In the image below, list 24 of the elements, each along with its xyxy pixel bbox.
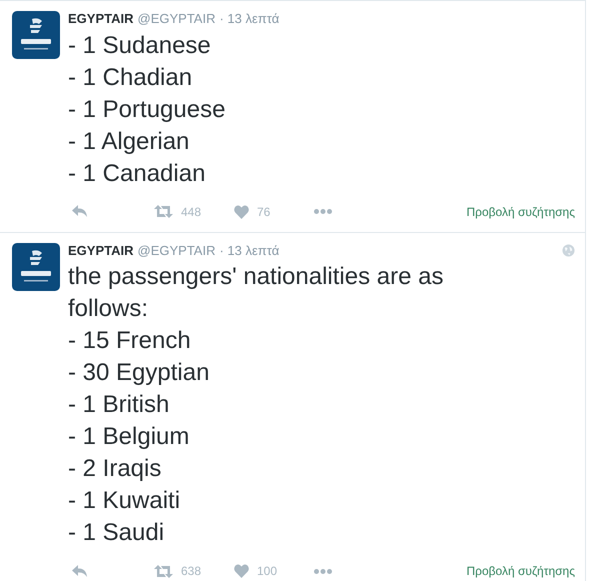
tweet-text: the passengers' nationalities are as follows: - 15 French - 30 Egyptian - 1 British - 1 Belgium - 2 Iraqis - 1 Kuwaiti - 1 Saudi (68, 262, 444, 548)
view-conversation-link[interactable]: Προβολή συζήτησης (466, 562, 575, 580)
view-conversation-link[interactable]: Προβολή συζήτησης (466, 202, 575, 220)
retweet-icon[interactable] (154, 205, 173, 218)
retweet-count: 638 (181, 563, 202, 580)
like-count: 100 (257, 563, 278, 580)
tweet-time[interactable]: · 13 λεπτά (219, 240, 280, 260)
tweet-time[interactable]: · 13 λεπτά (219, 9, 280, 28)
more-icon[interactable] (314, 568, 332, 574)
account-name[interactable]: EGYPTAIR (68, 240, 134, 260)
heart-icon[interactable] (234, 564, 249, 578)
retweet-count: 448 (181, 204, 202, 220)
logo-icon (12, 11, 60, 59)
account-handle[interactable]: @EGYPTAIR (138, 240, 216, 260)
account-name[interactable]: EGYPTAIR (68, 9, 134, 28)
reply-icon[interactable] (72, 205, 88, 218)
reply-icon[interactable] (72, 564, 88, 578)
like-count: 76 (257, 204, 270, 220)
logo-icon (12, 242, 60, 290)
more-icon[interactable] (314, 209, 332, 214)
tweet-text: - 1 Sudanese - 1 Chadian - 1 Portuguese - 1 Algerian - 1 Canadian (68, 30, 226, 188)
heart-icon[interactable] (234, 204, 249, 218)
account-handle[interactable]: @EGYPTAIR (138, 9, 216, 28)
retweet-icon[interactable] (154, 564, 173, 578)
